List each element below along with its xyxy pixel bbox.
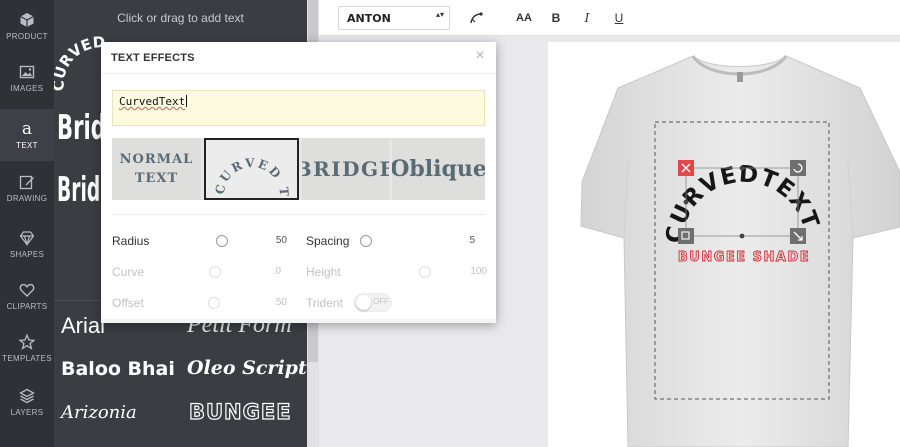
bold-button[interactable]: B: [544, 6, 568, 30]
arizonia-sample[interactable]: Arizonia: [61, 402, 137, 423]
bungee-sample[interactable]: BUNGEE: [188, 399, 292, 424]
offset-value: 50: [275, 297, 287, 308]
left-rail: PRODUCT IMAGES a TEXT DRAWING SHAPES CLI…: [0, 0, 54, 447]
font-size-button[interactable]: AA: [512, 6, 536, 30]
rail-item-text[interactable]: a TEXT: [0, 109, 54, 161]
trident-label: Trident: [306, 296, 343, 310]
spacing-label: Spacing: [306, 234, 350, 248]
text-caret: [186, 95, 188, 107]
radius-label: Radius: [112, 234, 150, 248]
radius-value: 50: [275, 235, 287, 246]
rail-label-layers: LAYERS: [10, 407, 44, 417]
rail-item-shapes[interactable]: SHAPES: [0, 218, 54, 270]
rail-item-cliparts[interactable]: CLIPARTS: [0, 270, 54, 322]
effect-curved-label: CURVED TEXT: [206, 140, 289, 198]
rail-label-product: PRODUCT: [6, 31, 48, 41]
height-slider[interactable]: [419, 266, 431, 278]
select-arrows-icon: ▴▾: [436, 10, 445, 19]
design-bottom-text: BUNGEE SHADE: [678, 250, 810, 265]
text-icon: a: [21, 118, 33, 139]
close-icon[interactable]: ×: [473, 48, 487, 64]
effect-normal-line2: TEXT: [134, 171, 179, 186]
diamond-icon: [19, 230, 35, 246]
arial-sample[interactable]: Arial: [61, 313, 105, 339]
radius-slider[interactable]: [216, 235, 228, 247]
effect-bridge[interactable]: BRIDGE: [302, 138, 389, 200]
effect-normal-text[interactable]: NORMAL TEXT: [112, 138, 201, 200]
offset-label: Offset: [112, 296, 144, 310]
effect-text-input[interactable]: CurvedText: [112, 90, 485, 126]
rail-label-templates: TEMPLATES: [2, 353, 52, 363]
rail-item-templates[interactable]: TEMPLATES: [0, 322, 54, 374]
curved-effect-preview: CURVED TEXT: [206, 140, 291, 198]
offset-slider[interactable]: [208, 297, 220, 309]
oleo-script-sample[interactable]: Oleo Script S: [187, 357, 307, 379]
baloo-bhai-sample[interactable]: Baloo Bhai: [61, 358, 175, 380]
bridge-sample-2[interactable]: Brid: [57, 170, 100, 210]
height-label: Height: [306, 265, 341, 279]
italic-button[interactable]: I: [575, 6, 599, 30]
rail-label-shapes: SHAPES: [9, 249, 45, 259]
spacing-value: 5: [469, 235, 475, 246]
design-canvas[interactable]: CURVEDTEXT BUNGEE SHADE: [548, 42, 900, 447]
image-icon: [19, 65, 35, 78]
rotate-handle[interactable]: [790, 160, 806, 176]
tshirt-mockup: CURVEDTEXT BUNGEE SHADE: [580, 55, 900, 447]
curve-label: Curve: [112, 265, 145, 279]
toggle-knob: [356, 295, 371, 310]
rail-item-images[interactable]: IMAGES: [0, 52, 54, 104]
svg-text:CURVED TEXT: CURVED TEXT: [206, 140, 291, 198]
rail-label-text: TEXT: [16, 140, 38, 150]
effect-text-value: CurvedText: [119, 95, 186, 108]
height-value: 100: [470, 266, 487, 277]
rail-label-images: IMAGES: [10, 83, 44, 93]
text-effects-modal: TEXT EFFECTS × CurvedText NORMAL TEXT CU…: [101, 42, 496, 323]
rail-item-layers[interactable]: LAYERS: [0, 376, 54, 428]
effect-curved-text[interactable]: CURVED TEXT: [204, 138, 299, 200]
layers-icon: [19, 388, 35, 403]
font-family-select[interactable]: ANTON: [338, 6, 450, 30]
modal-divider: [101, 73, 496, 74]
curve-slider[interactable]: [209, 266, 221, 278]
rail-label-cliparts: CLIPARTS: [6, 301, 48, 311]
star-icon: [19, 333, 35, 350]
effects-divider: [112, 214, 485, 215]
rail-label-drawing: DRAWING: [6, 193, 48, 203]
rail-item-drawing[interactable]: DRAWING: [0, 162, 54, 214]
modal-title: TEXT EFFECTS: [111, 52, 195, 64]
modal-footer-strip: [101, 319, 496, 323]
heart-icon: [19, 283, 35, 297]
cube-icon: [20, 12, 34, 27]
pencil-icon: [19, 175, 34, 189]
curve-tool-icon: [470, 12, 483, 24]
effect-oblique[interactable]: Oblique: [392, 138, 485, 200]
spacing-slider[interactable]: [360, 235, 372, 247]
text-effects-button[interactable]: [464, 6, 488, 30]
layer-handle[interactable]: [678, 228, 694, 244]
rail-item-product[interactable]: PRODUCT: [0, 0, 54, 52]
trident-toggle-state: OFF: [373, 297, 389, 306]
effect-normal-line1: NORMAL: [119, 152, 194, 167]
underline-button[interactable]: U: [607, 6, 631, 30]
svg-text:CURVED: CURVED: [54, 36, 106, 91]
panel-hint: Click or drag to add text: [117, 11, 244, 25]
trident-toggle[interactable]: OFF: [354, 293, 392, 312]
curved-sample-text: CURVED: [54, 36, 106, 91]
bridge-sample[interactable]: Brid: [57, 108, 106, 148]
curve-value: 0: [275, 266, 281, 277]
